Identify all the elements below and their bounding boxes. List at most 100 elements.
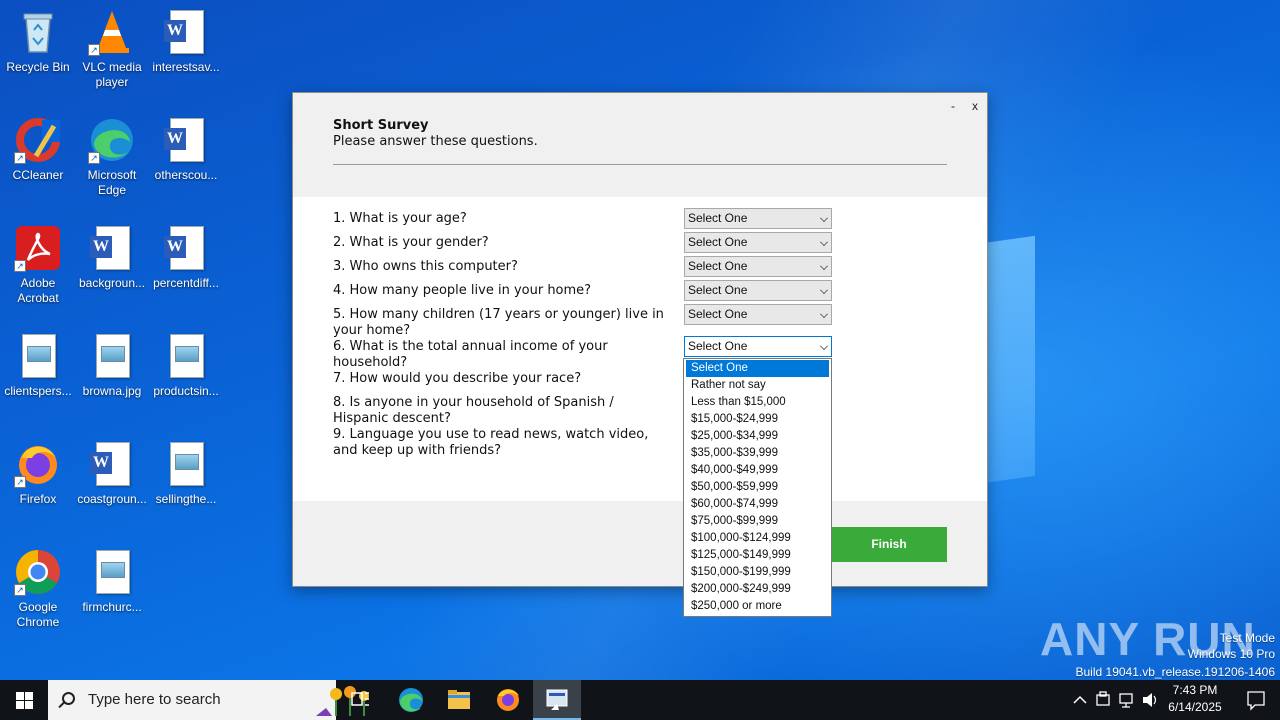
desktop-icon-productsin[interactable]: productsin... bbox=[148, 332, 224, 432]
icon-label: interestsav... bbox=[152, 60, 220, 74]
icon-label: productsin... bbox=[153, 384, 219, 398]
dialog-subtitle: Please answer these questions. bbox=[333, 134, 538, 149]
icon-label: Recycle Bin bbox=[6, 60, 70, 74]
dropdown-option[interactable]: $15,000-$24,999 bbox=[686, 411, 829, 428]
chevron-up-icon bbox=[1073, 695, 1087, 704]
dropdown-option[interactable]: $125,000-$149,999 bbox=[686, 547, 829, 564]
icon-label: Microsoft Edge bbox=[87, 168, 137, 197]
question-7: 7. How would you describe your race? bbox=[333, 371, 582, 386]
desktop-icon-interestsav[interactable]: W interestsav... bbox=[148, 8, 224, 108]
minimize-button[interactable]: - bbox=[943, 97, 963, 115]
desktop-icon-firefox[interactable]: ↗ Firefox bbox=[0, 440, 76, 540]
desktop-icon-sellingthe[interactable]: sellingthe... bbox=[148, 440, 224, 540]
computer-owner-select-value: Select One bbox=[688, 259, 748, 273]
dialog-header: - x Short Survey Please answer these que… bbox=[293, 93, 987, 197]
children-select[interactable]: Select One bbox=[684, 304, 832, 325]
desktop-icon-browna[interactable]: browna.jpg bbox=[74, 332, 150, 432]
icon-label: CCleaner bbox=[12, 168, 64, 182]
taskbar-edge[interactable] bbox=[387, 680, 435, 720]
finish-button[interactable]: Finish bbox=[831, 527, 947, 562]
taskbar-clock[interactable]: 7:43 PM 6/14/2025 bbox=[1160, 682, 1230, 716]
dropdown-option[interactable]: Less than $15,000 bbox=[686, 394, 829, 411]
task-view-button[interactable] bbox=[336, 680, 384, 720]
household-size-select[interactable]: Select One bbox=[684, 280, 832, 301]
desktop-icon-google-chrome[interactable]: ↗ Google Chrome bbox=[0, 548, 76, 648]
desktop-icon-ccleaner[interactable]: ↗ CCleaner bbox=[0, 116, 76, 216]
task-view-icon bbox=[351, 692, 369, 706]
taskbar-file-explorer[interactable] bbox=[435, 680, 483, 720]
taskbar-search[interactable]: Type here to search bbox=[48, 680, 369, 720]
windows-logo-icon bbox=[16, 692, 24, 700]
question-6: 6. What is the total annual income of yo… bbox=[333, 339, 608, 371]
firefox-icon: ↗ bbox=[14, 440, 62, 488]
desktop-icon-microsoft-edge[interactable]: ↗ Microsoft Edge bbox=[74, 116, 150, 216]
question-9-line-1: 9. Language you use to read news, watch … bbox=[333, 427, 649, 442]
icon-label: browna.jpg bbox=[82, 384, 142, 398]
volume-button[interactable] bbox=[1140, 680, 1160, 720]
tray-overflow-button[interactable] bbox=[1070, 680, 1090, 720]
question-3: 3. Who owns this computer? bbox=[333, 259, 518, 274]
desktop-icon-percentdiff[interactable]: W percentdiff... bbox=[148, 224, 224, 324]
question-9-line-2: and keep up with friends? bbox=[333, 443, 502, 458]
dropdown-option[interactable]: $25,000-$34,999 bbox=[686, 428, 829, 445]
question-9: 9. Language you use to read news, watch … bbox=[333, 427, 648, 459]
dropdown-option[interactable]: $35,000-$39,999 bbox=[686, 445, 829, 462]
icon-label: Adobe Acrobat bbox=[17, 276, 59, 305]
image-file-icon bbox=[162, 440, 210, 488]
question-8: 8. Is anyone in your household of Spanis… bbox=[333, 395, 614, 427]
income-select[interactable]: Select One bbox=[684, 336, 832, 357]
gender-select-value: Select One bbox=[688, 235, 748, 249]
desktop-icon-clientspers[interactable]: clientspers... bbox=[0, 332, 76, 432]
close-button[interactable]: x bbox=[965, 97, 985, 115]
chevron-down-icon bbox=[820, 262, 828, 270]
desktop-icon-firmchurc[interactable]: firmchurc... bbox=[74, 548, 150, 648]
dropdown-option[interactable]: Rather not say bbox=[686, 377, 829, 394]
dropdown-option[interactable]: $50,000-$59,999 bbox=[686, 479, 829, 496]
icon-label: sellingthe... bbox=[155, 492, 217, 506]
taskbar-survey-app[interactable] bbox=[533, 680, 581, 720]
computer-owner-select[interactable]: Select One bbox=[684, 256, 832, 277]
start-button[interactable] bbox=[0, 680, 48, 720]
image-file-icon bbox=[88, 548, 136, 596]
chevron-down-icon bbox=[820, 310, 828, 318]
icon-label: firmchurc... bbox=[82, 600, 142, 614]
shortcut-arrow-icon: ↗ bbox=[88, 152, 100, 164]
desktop-icon-backgroun[interactable]: W backgroun... bbox=[74, 224, 150, 324]
icon-label: Google Chrome bbox=[16, 600, 60, 629]
ccleaner-icon: ↗ bbox=[14, 116, 62, 164]
search-placeholder: Type here to search bbox=[88, 691, 221, 708]
dropdown-option[interactable]: $60,000-$74,999 bbox=[686, 496, 829, 513]
dropdown-option[interactable]: $40,000-$49,999 bbox=[686, 462, 829, 479]
network-button[interactable] bbox=[1116, 680, 1136, 720]
taskbar-firefox[interactable] bbox=[484, 680, 532, 720]
desktop-icon-recycle-bin[interactable]: Recycle Bin bbox=[0, 8, 76, 108]
dropdown-option[interactable]: $150,000-$199,999 bbox=[686, 564, 829, 581]
desktop-icon-adobe-acrobat[interactable]: ↗ Adobe Acrobat bbox=[0, 224, 76, 324]
vlc-icon: ↗ bbox=[88, 8, 136, 56]
dropdown-option[interactable]: $250,000 or more bbox=[686, 598, 829, 615]
dropdown-option[interactable]: Select One bbox=[686, 360, 829, 377]
dropdown-option[interactable]: $200,000-$249,999 bbox=[686, 581, 829, 598]
chevron-down-icon bbox=[820, 238, 828, 246]
desktop-icon-coastgroun[interactable]: W coastgroun... bbox=[74, 440, 150, 540]
gender-select[interactable]: Select One bbox=[684, 232, 832, 253]
shortcut-arrow-icon: ↗ bbox=[14, 260, 26, 272]
dropdown-option[interactable]: $75,000-$99,999 bbox=[686, 513, 829, 530]
question-6-line-2: household? bbox=[333, 355, 408, 370]
desktop-icon-vlc[interactable]: ↗ VLC media player bbox=[74, 8, 150, 108]
survey-dialog: - x Short Survey Please answer these que… bbox=[292, 92, 988, 587]
acrobat-icon: ↗ bbox=[14, 224, 62, 272]
dropdown-option[interactable]: $100,000-$124,999 bbox=[686, 530, 829, 547]
question-5-line-2: your home? bbox=[333, 323, 411, 338]
image-file-icon bbox=[14, 332, 62, 380]
word-doc-icon: W bbox=[88, 224, 136, 272]
shortcut-arrow-icon: ↗ bbox=[88, 44, 100, 56]
age-select[interactable]: Select One bbox=[684, 208, 832, 229]
household-size-select-value: Select One bbox=[688, 283, 748, 297]
chevron-down-icon bbox=[820, 214, 828, 222]
tray-app-icon[interactable] bbox=[1094, 680, 1112, 720]
desktop-icon-otherscou[interactable]: W otherscou... bbox=[148, 116, 224, 216]
notifications-button[interactable] bbox=[1232, 680, 1280, 720]
icon-label: Firefox bbox=[19, 492, 57, 506]
recycle-bin-icon bbox=[14, 8, 62, 56]
